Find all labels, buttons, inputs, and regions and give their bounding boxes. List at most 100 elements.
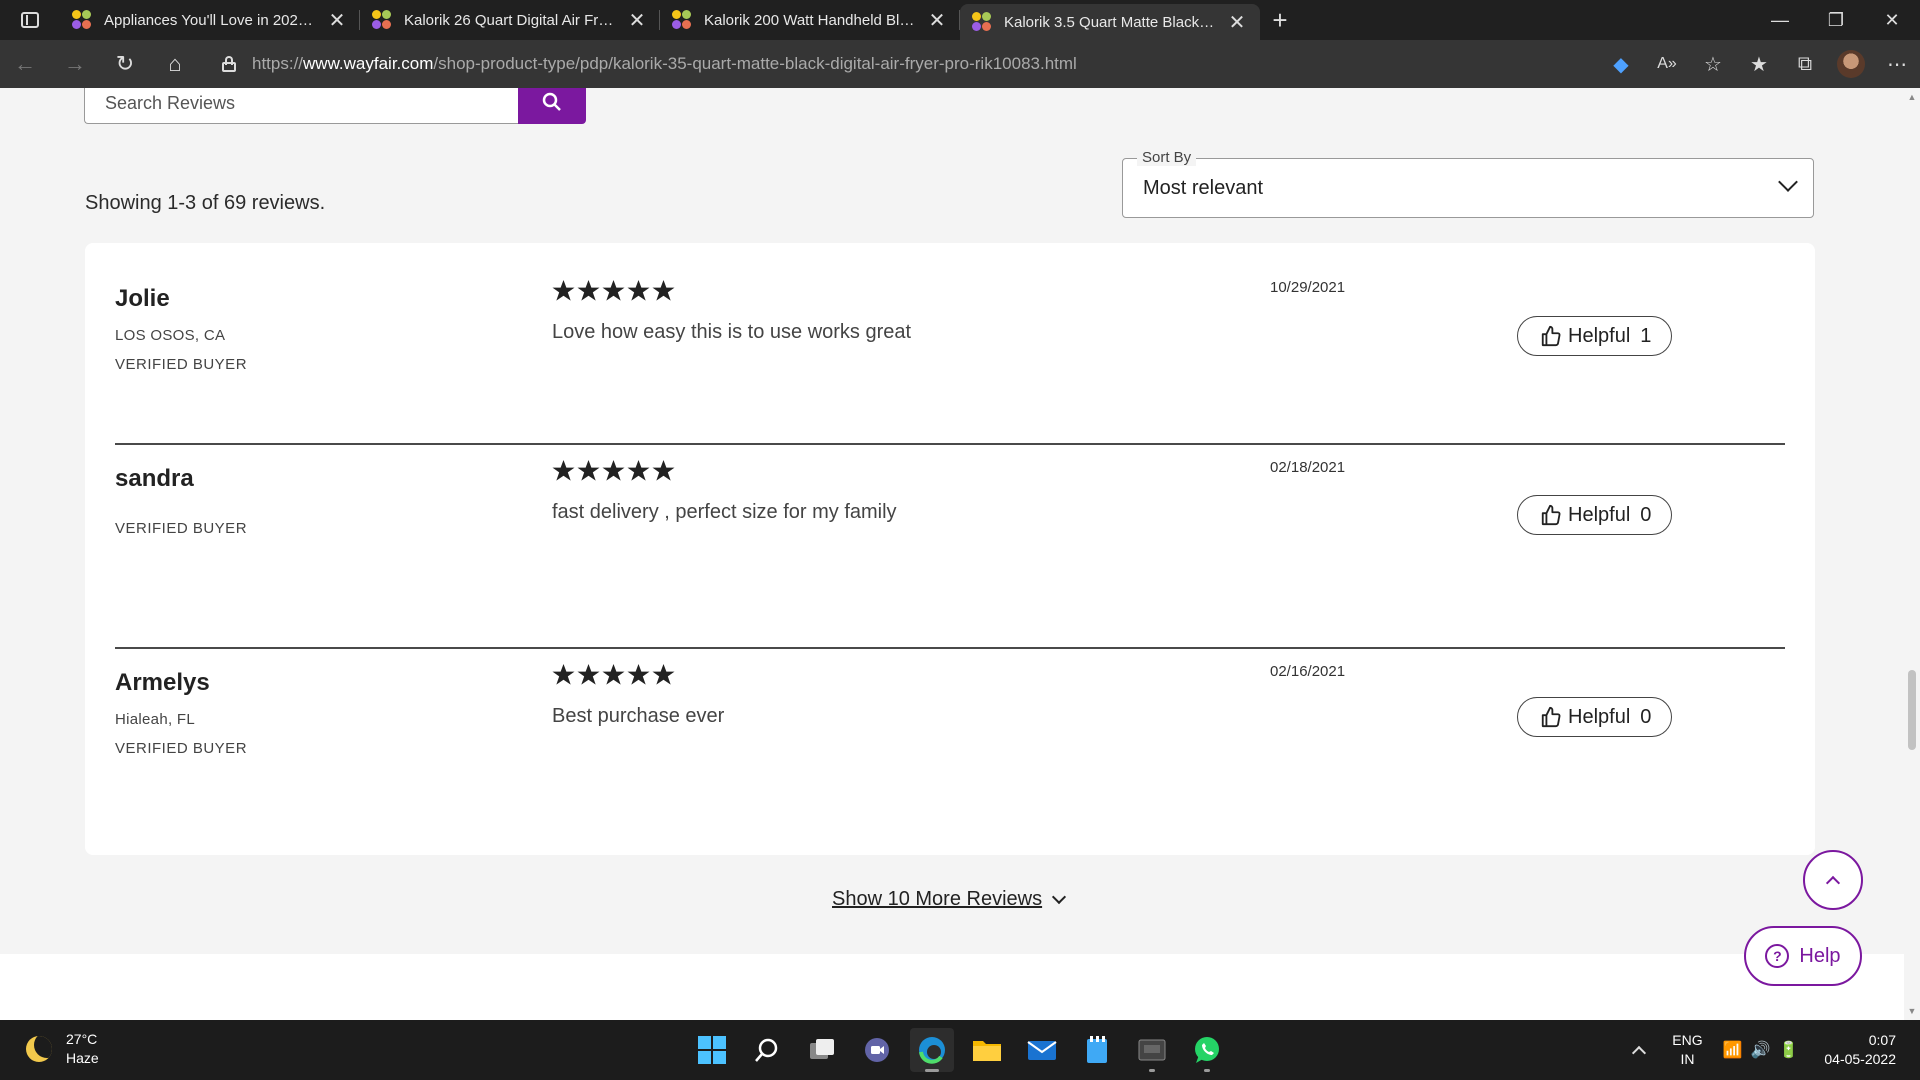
back-button[interactable]: ← xyxy=(0,44,50,84)
scroll-down-arrow-icon[interactable]: ▼ xyxy=(1907,1006,1917,1016)
help-button[interactable]: ? Help xyxy=(1744,926,1862,986)
more-menu-icon[interactable]: ⋯ xyxy=(1874,44,1920,84)
chevron-up-icon xyxy=(1825,875,1841,890)
edge-browser-button[interactable] xyxy=(910,1028,954,1072)
review-search-button[interactable] xyxy=(518,88,586,124)
minimize-button[interactable]: — xyxy=(1752,0,1808,40)
weather-widget[interactable]: 27°C Haze xyxy=(26,1030,99,1068)
folder-icon xyxy=(973,1041,1001,1061)
task-view-icon xyxy=(810,1039,834,1059)
windows-taskbar: 27°C Haze ENG IN 📶 🔊 🔋 0:07 04-05-2022 xyxy=(0,1020,1920,1080)
question-mark-icon: ? xyxy=(1765,944,1790,968)
search-button[interactable] xyxy=(745,1028,789,1072)
show-more-label: Show 10 More Reviews xyxy=(832,888,1043,910)
review-search: Search Reviews xyxy=(84,88,586,124)
review-date: 02/16/2021 xyxy=(1270,663,1346,680)
helpful-button[interactable]: Helpful 0 xyxy=(1517,495,1673,535)
tab-appliances[interactable]: Appliances You'll Love in 2022 | Wayfair… xyxy=(60,0,360,40)
whatsapp-button[interactable] xyxy=(1185,1028,1229,1072)
star-icon xyxy=(652,459,675,481)
tab-actions-icon xyxy=(21,12,39,28)
star-icon xyxy=(602,663,625,685)
star-rating xyxy=(552,459,675,482)
sort-by-select[interactable]: Sort By Most relevant xyxy=(1122,149,1814,218)
read-aloud-icon[interactable]: A» xyxy=(1644,44,1690,84)
video-chat-icon xyxy=(865,1038,889,1062)
verified-buyer-badge: VERIFIED BUYER xyxy=(115,740,248,757)
forward-button[interactable]: → xyxy=(50,44,100,84)
coupon-tag-icon[interactable]: ◆ xyxy=(1598,44,1644,84)
helpful-button[interactable]: Helpful 0 xyxy=(1517,697,1673,737)
wifi-icon: 📶 xyxy=(1722,1042,1743,1059)
review-date: 02/18/2021 xyxy=(1270,459,1346,476)
add-favorite-icon[interactable]: ☆ xyxy=(1690,44,1736,84)
clock-date: 04-05-2022 xyxy=(1824,1051,1896,1067)
address-bar[interactable]: https://www.wayfair.com/shop-product-typ… xyxy=(210,46,1510,82)
app-window-button[interactable] xyxy=(1130,1028,1174,1072)
app-window-icon xyxy=(1138,1039,1166,1061)
tab-title: Appliances You'll Love in 2022 | Wayfair xyxy=(104,11,318,29)
back-to-top-button[interactable] xyxy=(1803,850,1863,910)
scroll-thumb[interactable] xyxy=(1908,670,1916,750)
verified-buyer-badge: VERIFIED BUYER xyxy=(115,356,248,373)
review-body: Best purchase ever xyxy=(552,705,725,727)
clock[interactable]: 0:07 04-05-2022 xyxy=(1824,1031,1896,1069)
clock-time: 0:07 xyxy=(1868,1032,1896,1048)
tab-handheld-blender[interactable]: Kalorik 200 Watt Handheld Blender ✕ xyxy=(660,0,960,40)
star-icon xyxy=(552,279,575,301)
whatsapp-icon xyxy=(1195,1037,1219,1063)
star-icon xyxy=(652,279,675,301)
windows-logo-icon xyxy=(698,1036,726,1064)
star-icon xyxy=(602,459,625,481)
tab-actions-menu-button[interactable] xyxy=(0,0,60,40)
task-view-button[interactable] xyxy=(800,1028,844,1072)
star-icon xyxy=(577,279,600,301)
home-button[interactable]: ⌂ xyxy=(150,44,200,84)
scroll-up-arrow-icon[interactable]: ▲ xyxy=(1907,92,1917,102)
close-window-button[interactable]: ✕ xyxy=(1864,0,1920,40)
favorites-icon[interactable]: ★ xyxy=(1736,44,1782,84)
reviewer-location: Hialeah, FL xyxy=(115,711,196,728)
tab-title: Kalorik 3.5 Quart Matte Black Digital Ai… xyxy=(1004,13,1218,31)
show-more-reviews-link[interactable]: Show 10 More Reviews xyxy=(832,888,1067,911)
language-indicator[interactable]: ENG IN xyxy=(1672,1031,1702,1069)
teams-chat-button[interactable] xyxy=(855,1028,899,1072)
star-rating xyxy=(552,279,675,302)
thumbs-up-icon xyxy=(1541,504,1561,526)
close-tab-icon[interactable]: ✕ xyxy=(626,9,648,32)
url-host: www.wayfair.com xyxy=(303,54,434,73)
start-button[interactable] xyxy=(690,1028,734,1072)
quick-settings[interactable]: 📶 🔊 🔋 xyxy=(1723,1040,1799,1060)
notepad-button[interactable] xyxy=(1075,1028,1119,1072)
chevron-down-icon xyxy=(1052,889,1067,904)
review-divider xyxy=(115,443,1785,445)
new-tab-button[interactable]: + xyxy=(1260,0,1300,40)
close-tab-icon[interactable]: ✕ xyxy=(1226,11,1248,34)
show-hidden-icons-icon[interactable] xyxy=(1632,1045,1647,1061)
reviewer-name: Armelys xyxy=(115,669,210,696)
tab-title: Kalorik 26 Quart Digital Air Fryer Oven xyxy=(404,11,618,29)
chevron-down-icon xyxy=(1778,172,1798,192)
tab-air-fryer-oven[interactable]: Kalorik 26 Quart Digital Air Fryer Oven … xyxy=(360,0,660,40)
tab-title: Kalorik 200 Watt Handheld Blender xyxy=(704,11,918,29)
mail-button[interactable] xyxy=(1020,1028,1064,1072)
refresh-button[interactable]: ↻ xyxy=(100,44,150,84)
close-tab-icon[interactable]: ✕ xyxy=(926,9,948,32)
page-content: Search Reviews Showing 1-3 of 69 reviews… xyxy=(0,88,1904,1020)
helpful-button[interactable]: Helpful 1 xyxy=(1517,316,1673,356)
tab-matte-black-air-fryer[interactable]: Kalorik 3.5 Quart Matte Black Digital Ai… xyxy=(960,4,1260,40)
volume-icon: 🔊 xyxy=(1750,1042,1771,1059)
helpful-label: Helpful xyxy=(1568,324,1631,347)
star-rating xyxy=(552,663,675,686)
close-tab-icon[interactable]: ✕ xyxy=(326,9,348,32)
wayfair-favicon-icon xyxy=(72,10,92,30)
review-search-input[interactable]: Search Reviews xyxy=(84,88,518,124)
mail-icon xyxy=(1027,1041,1057,1060)
restore-button[interactable]: ❐ xyxy=(1808,0,1864,40)
profile-avatar[interactable] xyxy=(1828,44,1874,84)
collections-icon[interactable]: ⧉ xyxy=(1782,44,1828,84)
file-explorer-button[interactable] xyxy=(965,1028,1009,1072)
sort-by-label: Sort By xyxy=(1137,149,1197,166)
lock-icon[interactable] xyxy=(222,56,236,72)
page-scrollbar[interactable]: ▲ ▼ xyxy=(1904,88,1920,1020)
